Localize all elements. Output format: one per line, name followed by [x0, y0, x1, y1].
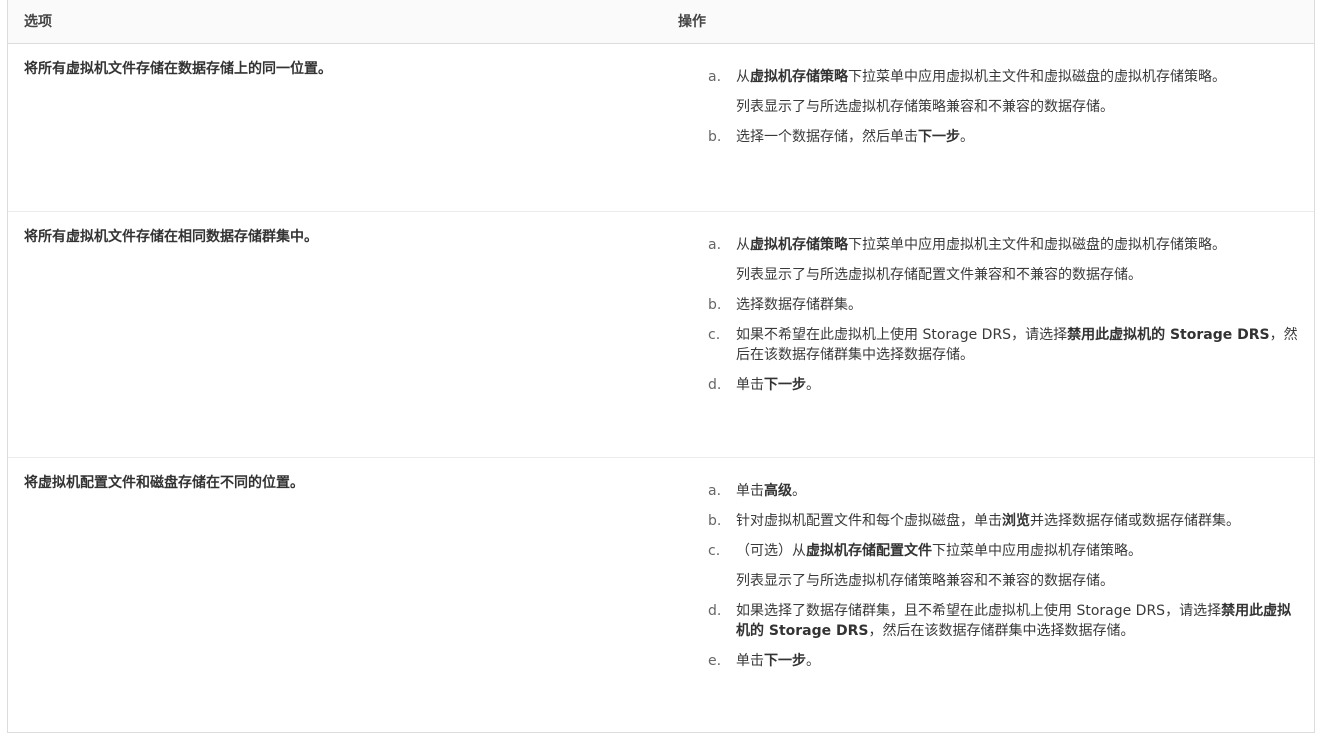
step-text: 如果选择了数据存储群集，且不希望在此虚拟机上使用 Storage DRS，请选择…	[736, 601, 1298, 641]
step-text-part: 单击	[736, 377, 764, 393]
step-marker: b.	[708, 513, 722, 529]
action-steps: a. 从虚拟机存储策略下拉菜单中应用虚拟机主文件和虚拟磁盘的虚拟机存储策略。列表显…	[708, 67, 1298, 157]
table-row: 将所有虚拟机文件存储在数据存储上的同一位置。 a. 从虚拟机存储策略下拉菜单中应用…	[8, 44, 1314, 212]
step-marker: b.	[708, 297, 722, 313]
step-text-part: 。	[792, 483, 806, 499]
step-text-part: 。	[806, 377, 820, 393]
step-text: 如果不希望在此虚拟机上使用 Storage DRS，请选择禁用此虚拟机的 Sto…	[736, 325, 1298, 365]
step-text-part: 下拉菜单中应用虚拟机存储策略。	[932, 543, 1142, 559]
step-note: 列表显示了与所选虚拟机存储策略兼容和不兼容的数据存储。	[736, 573, 1114, 589]
step-text-part: 。	[806, 653, 820, 669]
step-text-part: 如果不希望在此虚拟机上使用 Storage DRS，请选择	[736, 327, 1068, 343]
step-text: 单击高级。	[736, 481, 1298, 501]
option-text: 将虚拟机配置文件和磁盘存储在不同的位置。	[24, 475, 304, 491]
step-text-part: ，然后在该数据存储群集中选择数据存储。	[868, 623, 1135, 639]
header-option: 选项	[24, 14, 52, 30]
ui-term: 浏览	[1002, 513, 1030, 529]
table-row: 将所有虚拟机文件存储在相同数据存储群集中。 a. 从虚拟机存储策略下拉菜单中应用虚…	[8, 212, 1314, 458]
option-text: 将所有虚拟机文件存储在相同数据存储群集中。	[24, 229, 318, 245]
ui-term: 虚拟机存储配置文件	[806, 543, 932, 559]
action-step: b. 针对虚拟机配置文件和每个虚拟磁盘，单击浏览并选择数据存储或数据存储群集。	[708, 511, 1298, 531]
step-text-part: 如果选择了数据存储群集，且不希望在此虚拟机上使用 Storage DRS，请选择	[736, 603, 1222, 619]
step-text-part: 下拉菜单中应用虚拟机主文件和虚拟磁盘的虚拟机存储策略。	[848, 69, 1226, 85]
step-text: （可选）从虚拟机存储配置文件下拉菜单中应用虚拟机存储策略。	[736, 541, 1298, 561]
action-step: c. 如果不希望在此虚拟机上使用 Storage DRS，请选择禁用此虚拟机的 S…	[708, 325, 1298, 365]
step-marker: d.	[708, 603, 722, 619]
table-header: 选项 操作	[8, 0, 1314, 44]
action-step: d. 单击下一步。	[708, 375, 1298, 395]
step-note: 列表显示了与所选虚拟机存储策略兼容和不兼容的数据存储。	[736, 99, 1114, 115]
step-text-part: 并选择数据存储或数据存储群集。	[1030, 513, 1240, 529]
step-marker: e.	[708, 653, 722, 669]
step-note: 列表显示了与所选虚拟机存储配置文件兼容和不兼容的数据存储。	[736, 267, 1142, 283]
action-step: b. 选择一个数据存储，然后单击下一步。	[708, 127, 1298, 147]
step-marker: c.	[708, 543, 721, 559]
action-step: a. 单击高级。	[708, 481, 1298, 501]
action-step: c. （可选）从虚拟机存储配置文件下拉菜单中应用虚拟机存储策略。列表显示了与所选虚…	[708, 541, 1298, 591]
ui-term: 虚拟机存储策略	[750, 237, 848, 253]
ui-term: 虚拟机存储策略	[750, 69, 848, 85]
step-text-part: 从	[736, 69, 750, 85]
step-text: 从虚拟机存储策略下拉菜单中应用虚拟机主文件和虚拟磁盘的虚拟机存储策略。	[736, 235, 1298, 255]
ui-term: 下一步	[764, 377, 806, 393]
options-table: 选项 操作 将所有虚拟机文件存储在数据存储上的同一位置。 a. 从虚拟机存储策略下…	[7, 0, 1315, 733]
step-text: 选择一个数据存储，然后单击下一步。	[736, 127, 1298, 147]
option-text: 将所有虚拟机文件存储在数据存储上的同一位置。	[24, 61, 332, 77]
step-text-part: 单击	[736, 653, 764, 669]
step-marker: a.	[708, 237, 722, 253]
action-step: a. 从虚拟机存储策略下拉菜单中应用虚拟机主文件和虚拟磁盘的虚拟机存储策略。列表显…	[708, 235, 1298, 285]
action-step: b. 选择数据存储群集。	[708, 295, 1298, 315]
ui-term: 禁用此虚拟机的 Storage DRS	[1067, 327, 1270, 343]
step-marker: b.	[708, 129, 722, 145]
ui-term: 下一步	[918, 129, 960, 145]
step-marker: a.	[708, 483, 722, 499]
step-text: 针对虚拟机配置文件和每个虚拟磁盘，单击浏览并选择数据存储或数据存储群集。	[736, 511, 1298, 531]
ui-term: 下一步	[764, 653, 806, 669]
step-text-part: 选择数据存储群集。	[736, 297, 862, 313]
ui-term: 高级	[764, 483, 792, 499]
step-text: 选择数据存储群集。	[736, 295, 1298, 315]
step-text: 单击下一步。	[736, 651, 1298, 671]
step-marker: c.	[708, 327, 721, 343]
step-text-part: 下拉菜单中应用虚拟机主文件和虚拟磁盘的虚拟机存储策略。	[848, 237, 1226, 253]
step-text-part: 单击	[736, 483, 764, 499]
step-text-part: 。	[960, 129, 974, 145]
step-marker: a.	[708, 69, 722, 85]
action-steps: a. 从虚拟机存储策略下拉菜单中应用虚拟机主文件和虚拟磁盘的虚拟机存储策略。列表显…	[708, 235, 1298, 405]
step-text-part: （可选）从	[736, 543, 806, 559]
step-text: 从虚拟机存储策略下拉菜单中应用虚拟机主文件和虚拟磁盘的虚拟机存储策略。	[736, 67, 1298, 87]
step-text: 单击下一步。	[736, 375, 1298, 395]
header-action: 操作	[678, 14, 706, 30]
action-step: a. 从虚拟机存储策略下拉菜单中应用虚拟机主文件和虚拟磁盘的虚拟机存储策略。列表显…	[708, 67, 1298, 117]
step-marker: d.	[708, 377, 722, 393]
step-text-part: 选择一个数据存储，然后单击	[736, 129, 918, 145]
action-steps: a. 单击高级。 b. 针对虚拟机配置文件和每个虚拟磁盘，单击浏览并选择数据存储或数据…	[708, 481, 1298, 681]
action-step: e. 单击下一步。	[708, 651, 1298, 671]
action-step: d. 如果选择了数据存储群集，且不希望在此虚拟机上使用 Storage DRS，请…	[708, 601, 1298, 641]
step-text-part: 从	[736, 237, 750, 253]
table-row: 将虚拟机配置文件和磁盘存储在不同的位置。 a. 单击高级。 b. 针对虚拟机配置文件和…	[8, 458, 1314, 732]
step-text-part: 针对虚拟机配置文件和每个虚拟磁盘，单击	[736, 513, 1002, 529]
